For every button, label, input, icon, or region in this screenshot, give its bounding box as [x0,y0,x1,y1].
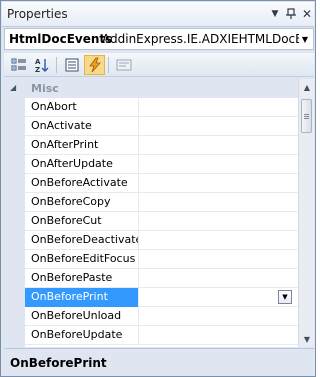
property-value[interactable] [140,117,298,136]
property-value[interactable] [140,155,298,174]
window-title: Properties [7,7,68,21]
scroll-down-icon[interactable]: ▼ [299,331,315,347]
property-name: OnBeforePaste [25,269,139,288]
description-title: OnBeforePrint [10,356,107,370]
window-position-dropdown-icon[interactable]: ▼ [268,7,282,21]
categorized-button[interactable] [8,55,29,75]
property-value[interactable] [140,250,298,269]
scroll-up-icon[interactable]: ▲ [299,79,315,95]
property-name: OnBeforeDeactivate [25,231,139,250]
pin-icon[interactable] [284,7,298,21]
thumb-grip [304,118,309,119]
alphabetical-button[interactable]: A Z [31,55,52,75]
property-name: OnBeforeCopy [25,193,139,212]
property-row[interactable]: OnBeforeUnload [25,307,298,326]
properties-button[interactable] [61,55,82,75]
events-button[interactable] [84,55,105,75]
property-name: OnBeforePrint [25,288,139,307]
property-pages-icon [116,59,131,71]
object-type: AddinExpress.IE.ADXIEHTMLDocEver [102,32,300,46]
categorized-icon [11,58,26,71]
svg-text:Z: Z [35,66,40,73]
property-row[interactable]: OnBeforeCut [25,212,298,231]
category-row-misc[interactable]: ◢ Misc [4,79,298,98]
property-name: OnBeforeUpdate [25,326,139,345]
property-name: OnAfterPrint [25,136,139,155]
property-row[interactable]: OnBeforeUpdate [25,326,298,345]
property-row[interactable]: OnBeforeDeactivate [25,231,298,250]
toolbar-separator [56,57,57,73]
property-name: OnAbort [25,98,139,117]
svg-text:A: A [35,58,41,66]
property-name: OnAfterUpdate [25,155,139,174]
vertical-scrollbar[interactable]: ▲ ▼ [298,79,314,347]
property-name: OnActivate [25,117,139,136]
property-pages-button[interactable] [113,55,134,75]
property-name: OnBeforeActivate [25,174,139,193]
toolbar-separator [108,57,109,73]
grid-margin [4,79,25,347]
thumb-grip [304,116,309,117]
property-row[interactable]: OnAfterUpdate [25,155,298,174]
property-value[interactable] [140,193,298,212]
properties-toolbar: A Z [4,53,314,77]
property-row[interactable]: OnActivate [25,117,298,136]
property-name: OnBeforeEditFocus [25,250,139,269]
property-row[interactable]: OnAfterPrint [25,136,298,155]
close-icon[interactable]: ✕ [300,7,314,21]
property-value[interactable] [140,98,298,117]
title-bar[interactable]: Properties ▼ ✕ [2,2,314,27]
collapse-triangle-icon[interactable]: ◢ [10,83,16,92]
property-row[interactable]: OnBeforePaste [25,269,298,288]
property-value[interactable] [140,136,298,155]
property-value[interactable] [140,326,298,345]
property-value[interactable] [140,307,298,326]
property-name: OnBeforeUnload [25,307,139,326]
property-name: OnBeforeCut [25,212,139,231]
property-value[interactable] [140,269,298,288]
properties-window: Properties ▼ ✕ HtmlDocEvents AddinExpres… [0,0,316,377]
property-row[interactable]: OnBeforeEditFocus [25,250,298,269]
property-row[interactable]: OnBeforeCopy [25,193,298,212]
property-value[interactable] [140,231,298,250]
object-name: HtmlDocEvents [9,32,113,46]
property-pages-list-icon [65,58,78,72]
property-row-selected[interactable]: OnBeforePrint ▼ [25,288,298,307]
object-selector[interactable]: HtmlDocEvents AddinExpress.IE.ADXIEHTMLD… [4,28,314,50]
property-grid: ◢ Misc OnAbort OnActivate OnAfterPrint O… [4,79,298,347]
property-row[interactable]: OnAbort [25,98,298,117]
property-value[interactable] [140,174,298,193]
value-dropdown-button[interactable]: ▼ [278,290,292,304]
property-value[interactable]: ▼ [140,288,298,307]
lightning-bolt-icon [88,57,101,73]
sort-az-icon: A Z [35,58,48,73]
property-row[interactable]: OnBeforeActivate [25,174,298,193]
property-value[interactable] [140,212,298,231]
scrollbar-thumb[interactable] [301,99,312,133]
category-label: Misc [31,82,59,95]
description-panel: OnBeforePrint [4,348,314,375]
pin-glyph [286,8,296,19]
thumb-grip [304,114,309,115]
chevron-down-icon[interactable]: ▼ [299,31,311,47]
